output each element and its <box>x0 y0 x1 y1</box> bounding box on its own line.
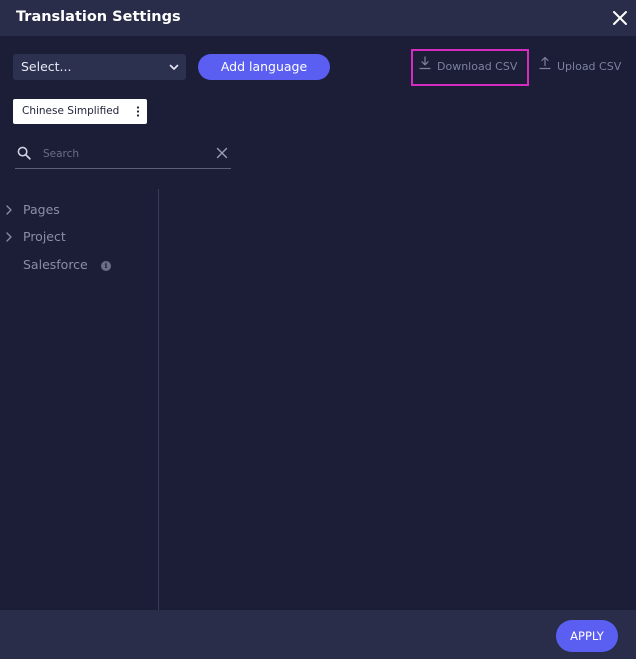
tree-item-project[interactable]: Project <box>0 226 150 248</box>
language-chip[interactable]: Chinese Simplified <box>13 99 147 124</box>
close-icon[interactable] <box>610 8 630 28</box>
more-vertical-icon[interactable] <box>136 106 140 117</box>
tree-item-label: Salesforce <box>23 257 88 272</box>
download-csv-label: Download CSV <box>437 60 518 73</box>
clear-icon[interactable] <box>216 147 228 159</box>
search-icon <box>17 146 31 160</box>
language-select-value: Select... <box>21 59 72 74</box>
tree-item-salesforce[interactable]: Salesforce i <box>0 254 150 276</box>
search-box <box>15 141 231 169</box>
dialog-header: Translation Settings <box>0 0 636 36</box>
chevron-right-icon <box>6 205 12 215</box>
tree-item-label: Project <box>23 229 66 244</box>
tree-item-label: Pages <box>23 202 60 217</box>
tree-item-pages[interactable]: Pages <box>0 199 150 221</box>
download-icon <box>419 56 431 70</box>
upload-icon <box>539 56 551 70</box>
upload-csv-button[interactable]: Upload CSV <box>539 56 622 77</box>
download-csv-button[interactable]: Download CSV <box>419 56 518 77</box>
dialog-footer: APPLY <box>0 610 636 659</box>
add-language-button[interactable]: Add language <box>198 54 330 80</box>
chevron-right-icon <box>6 232 12 242</box>
chevron-down-icon <box>169 64 179 70</box>
apply-button[interactable]: APPLY <box>556 620 618 652</box>
info-icon[interactable]: i <box>101 261 111 271</box>
panel-divider <box>158 189 159 610</box>
language-select[interactable]: Select... <box>13 54 186 80</box>
search-input[interactable] <box>43 146 203 162</box>
upload-csv-label: Upload CSV <box>557 60 622 73</box>
language-chip-label: Chinese Simplified <box>22 105 120 117</box>
dialog-title: Translation Settings <box>16 9 181 25</box>
